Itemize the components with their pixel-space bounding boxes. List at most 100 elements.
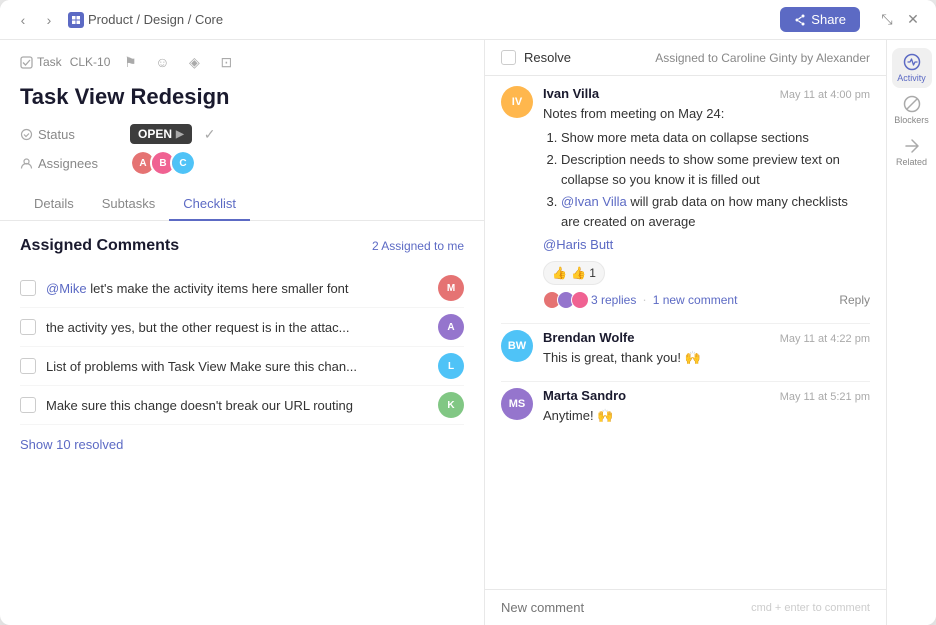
assigned-badge[interactable]: 2 Assigned to me	[372, 239, 464, 253]
checklist-text-4: Make sure this change doesn't break our …	[46, 398, 428, 413]
assignees-avatars: A B C	[130, 150, 190, 176]
sidebar-blockers-button[interactable]: Blockers	[892, 90, 932, 130]
task-id: CLK-10	[70, 55, 111, 69]
mention-ivan: @Ivan Villa	[561, 194, 627, 209]
comment-text-1: Notes from meeting on May 24: Show more …	[543, 104, 870, 285]
comment-header-2: Brendan Wolfe May 11 at 4:22 pm	[543, 330, 870, 345]
sidebar-activity-button[interactable]: Activity	[892, 48, 932, 88]
checklist-avatar-3: L	[438, 353, 464, 379]
mention-haris: @Haris Butt	[543, 237, 613, 252]
task-type: Task	[20, 55, 62, 69]
status-badge[interactable]: OPEN ▶	[130, 124, 192, 144]
fullscreen-button[interactable]: ✕	[902, 9, 924, 31]
comment-panel: Resolve Assigned to Caroline Ginty by Al…	[485, 40, 886, 625]
list-item: @Ivan Villa will grab data on how many c…	[561, 192, 870, 231]
checklist-checkbox-3[interactable]	[20, 358, 36, 374]
task-meta: Task CLK-10 ⚑ ☺ ◈ ⊡	[20, 50, 464, 74]
tag-button[interactable]: ◈	[182, 50, 206, 74]
resolve-bar: Resolve Assigned to Caroline Ginty by Al…	[485, 40, 886, 76]
checklist-text-1: @Mike let's make the activity items here…	[46, 281, 428, 296]
checklist-text-3: List of problems with Task View Make sur…	[46, 359, 428, 374]
tabs: Details Subtasks Checklist	[0, 188, 484, 221]
comment-item: IV Ivan Villa May 11 at 4:00 pm Notes fr…	[501, 86, 870, 309]
replies-link[interactable]: 3 replies	[591, 293, 636, 307]
checklist-item: the activity yes, but the other request …	[20, 308, 464, 347]
checklist-item: Make sure this change doesn't break our …	[20, 386, 464, 425]
comment-time-3: May 11 at 5:21 pm	[780, 391, 870, 403]
comment-avatar-3: MS	[501, 388, 533, 420]
back-button[interactable]: ‹	[12, 9, 34, 31]
title-bar: ‹ › Product / Design / Core Share ⤡ ✕	[0, 0, 936, 40]
section-header: Assigned Comments 2 Assigned to me	[20, 237, 464, 255]
comment-author-3: Marta Sandro	[543, 388, 626, 403]
flag-button[interactable]: ⚑	[118, 50, 142, 74]
checklist-checkbox-2[interactable]	[20, 319, 36, 335]
forward-button[interactable]: ›	[38, 9, 60, 31]
comment-text-2: This is great, thank you! 🙌	[543, 348, 870, 368]
left-panel: Task CLK-10 ⚑ ☺ ◈ ⊡ Task View Redesign S…	[0, 40, 485, 625]
tab-subtasks[interactable]: Subtasks	[88, 188, 169, 221]
comment-body-3: Marta Sandro May 11 at 5:21 pm Anytime! …	[543, 388, 870, 426]
comment-item: BW Brendan Wolfe May 11 at 4:22 pm This …	[501, 330, 870, 368]
tab-checklist[interactable]: Checklist	[169, 188, 250, 221]
reaction-button[interactable]: 👍 👍 1	[543, 261, 605, 285]
show-resolved-link[interactable]: Show 10 resolved	[20, 437, 123, 452]
comment-author-1: Ivan Villa	[543, 86, 599, 101]
comments-list: IV Ivan Villa May 11 at 4:00 pm Notes fr…	[485, 76, 886, 589]
share-button[interactable]: Share	[780, 7, 860, 32]
list-item: Show more meta data on collapse sections	[561, 128, 870, 148]
reply-button-1[interactable]: Reply	[839, 293, 870, 307]
comment-avatar-2: BW	[501, 330, 533, 362]
resolve-label: Resolve	[524, 50, 571, 65]
new-comment-input[interactable]	[501, 600, 751, 615]
checklist-content: Assigned Comments 2 Assigned to me @Mike…	[0, 221, 484, 625]
app-window: ‹ › Product / Design / Core Share ⤡ ✕	[0, 0, 936, 625]
breadcrumb: Product / Design / Core	[68, 12, 223, 28]
comment-author-2: Brendan Wolfe	[543, 330, 635, 345]
comment-item: MS Marta Sandro May 11 at 5:21 pm Anytim…	[501, 388, 870, 426]
new-comment-link[interactable]: 1 new comment	[653, 293, 738, 307]
breadcrumb-icon-item: Product / Design / Core	[68, 12, 223, 28]
nav-buttons: ‹ ›	[12, 9, 60, 31]
comment-text-3: Anytime! 🙌	[543, 406, 870, 426]
sidebar-related-button[interactable]: Related	[892, 132, 932, 172]
section-title: Assigned Comments	[20, 237, 179, 255]
comment-list: Show more meta data on collapse sections…	[543, 128, 870, 232]
status-arrow-icon: ▶	[176, 129, 184, 140]
image-button[interactable]: ⊡	[214, 50, 238, 74]
footer-avatars	[543, 291, 585, 309]
checklist-avatar-1: M	[438, 275, 464, 301]
comment-avatar-1: IV	[501, 86, 533, 118]
task-title: Task View Redesign	[20, 84, 464, 110]
status-check-icon: ✓	[204, 126, 216, 143]
comment-divider	[501, 381, 870, 382]
assigned-info: Assigned to Caroline Ginty by Alexander	[655, 51, 870, 65]
related-label: Related	[896, 157, 927, 167]
tab-details[interactable]: Details	[20, 188, 88, 221]
breadcrumb-product: Product / Design / Core	[88, 12, 223, 27]
resolve-checkbox[interactable]	[501, 50, 516, 65]
checklist-item: List of problems with Task View Make sur…	[20, 347, 464, 386]
comment-header-3: Marta Sandro May 11 at 5:21 pm	[543, 388, 870, 403]
checklist-checkbox-1[interactable]	[20, 280, 36, 296]
blockers-label: Blockers	[894, 115, 929, 125]
assignees-label: Assignees	[20, 156, 120, 171]
activity-sidebar: Activity Blockers Related	[886, 40, 936, 625]
emoji-button[interactable]: ☺	[150, 50, 174, 74]
task-header: Task CLK-10 ⚑ ☺ ◈ ⊡ Task View Redesign S…	[0, 40, 484, 188]
footer-avatar-3	[571, 291, 589, 309]
checklist-item: @Mike let's make the activity items here…	[20, 269, 464, 308]
checklist-avatar-2: A	[438, 314, 464, 340]
comment-footer-1: 3 replies · 1 new comment Reply	[543, 291, 870, 309]
minimize-button[interactable]: ⤡	[876, 9, 898, 31]
activity-label: Activity	[897, 73, 926, 83]
list-item: Description needs to show some preview t…	[561, 150, 870, 189]
main-layout: Task CLK-10 ⚑ ☺ ◈ ⊡ Task View Redesign S…	[0, 40, 936, 625]
assignees-row: Assignees A B C	[20, 150, 464, 176]
comment-header-1: Ivan Villa May 11 at 4:00 pm	[543, 86, 870, 101]
status-label: Status	[20, 127, 120, 142]
comment-body-1: Ivan Villa May 11 at 4:00 pm Notes from …	[543, 86, 870, 309]
checklist-checkbox-4[interactable]	[20, 397, 36, 413]
new-comment-hint: cmd + enter to comment	[751, 602, 870, 614]
window-controls: ⤡ ✕	[876, 9, 924, 31]
